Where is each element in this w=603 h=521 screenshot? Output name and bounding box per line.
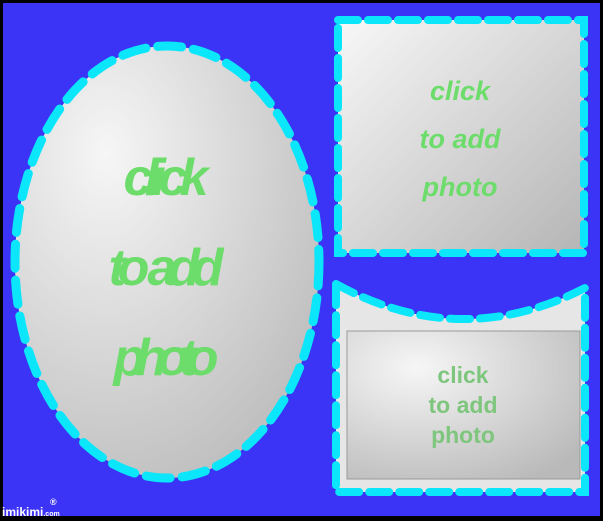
slot-2-line-2: to add bbox=[420, 124, 501, 154]
photo-slot-rectangle[interactable]: click to add photo bbox=[332, 277, 589, 496]
photo-slot-square[interactable]: click to add photo bbox=[334, 16, 588, 257]
slot-1-line-3: photo bbox=[112, 329, 219, 387]
watermark-registered: ® bbox=[50, 497, 57, 507]
slot-2-line-3: photo bbox=[422, 172, 498, 202]
slot-3-line-2: to add bbox=[429, 392, 498, 418]
slot-1-line-1: click bbox=[124, 149, 212, 207]
slot-3-line-1: click bbox=[437, 362, 488, 388]
collage-svg: click to add photo click to add photo cl… bbox=[3, 3, 600, 516]
watermark-suffix: .com bbox=[43, 511, 60, 518]
slot-2-line-1: click bbox=[430, 76, 492, 106]
slot-3-line-3: photo bbox=[431, 422, 495, 448]
slot-1-line-2: to add bbox=[109, 239, 225, 297]
imikimi-watermark: imikimi.com ® bbox=[2, 497, 60, 519]
watermark-brand: imikimi bbox=[2, 505, 44, 519]
collage-canvas: click to add photo click to add photo cl… bbox=[0, 0, 603, 521]
photo-slot-oval[interactable]: click to add photo bbox=[10, 41, 324, 483]
